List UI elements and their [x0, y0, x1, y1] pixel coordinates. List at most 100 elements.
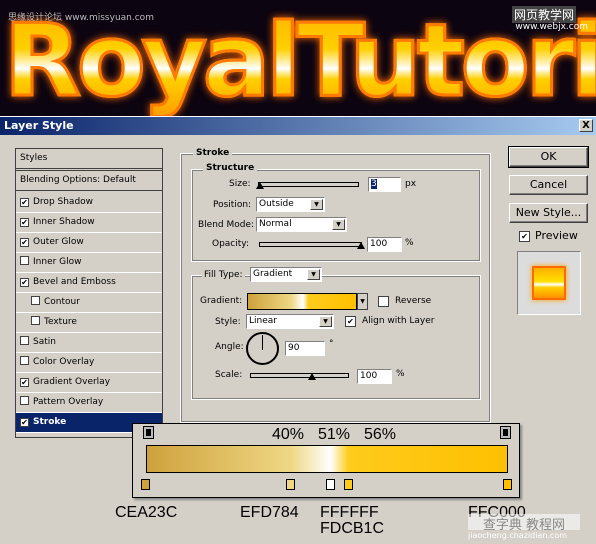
style-item-label: Stroke	[33, 417, 67, 427]
banner-image: RoyalTutoric 思缘设计论坛 www.missyuan.com 网页教…	[0, 0, 596, 116]
reverse-label: Reverse	[395, 296, 432, 306]
style-checkbox[interactable]: ✔	[20, 198, 29, 207]
style-item[interactable]: ✔ Gradient Overlay	[16, 373, 162, 393]
opacity-label: Opacity:	[212, 239, 249, 249]
size-input[interactable]: 3	[368, 177, 401, 192]
size-slider[interactable]	[256, 182, 359, 189]
style-item-label: Texture	[44, 317, 77, 327]
style-checkbox[interactable]: ✔	[20, 218, 29, 227]
close-button[interactable]: X	[579, 119, 593, 132]
scale-label: Scale:	[215, 370, 243, 380]
color-stop[interactable]	[503, 479, 512, 490]
cancel-button[interactable]: Cancel	[509, 175, 588, 195]
fill-type-label: Fill Type:	[202, 270, 245, 280]
gradient-swatch[interactable]	[247, 293, 357, 310]
opacity-slider-thumb[interactable]	[357, 242, 365, 249]
style-item[interactable]: ✔ Inner Shadow	[16, 213, 162, 233]
watermark-left: 思缘设计论坛 www.missyuan.com	[8, 13, 154, 23]
style-label: Style:	[215, 317, 241, 327]
style-checkbox[interactable]: ✔	[20, 238, 29, 247]
style-checkbox[interactable]: ✔	[20, 278, 29, 287]
angle-dial[interactable]	[246, 332, 279, 365]
color-stop[interactable]	[343, 479, 353, 490]
gradient-picker-chevron-icon[interactable]: ▼	[357, 293, 368, 310]
scale-unit: %	[396, 369, 405, 379]
position-dropdown[interactable]: Outside ▼	[256, 197, 325, 212]
style-checkbox[interactable]: ✔	[20, 418, 29, 427]
align-with-layer-label: Align with Layer	[362, 316, 435, 326]
reverse-checkbox[interactable]	[378, 296, 389, 307]
stop-percent-40: 40%	[272, 426, 305, 443]
style-dropdown[interactable]: Linear ▼	[246, 314, 334, 329]
style-item[interactable]: Texture	[16, 313, 162, 333]
scale-input[interactable]: 100	[357, 369, 392, 384]
style-item[interactable]: ✔ Drop Shadow	[16, 193, 162, 213]
style-item-label: Contour	[44, 297, 80, 307]
style-checkbox[interactable]: ✔	[20, 378, 29, 387]
footer-watermark: 查字典 教程网	[468, 514, 580, 533]
style-checkbox[interactable]	[20, 256, 29, 265]
color-stop[interactable]	[141, 479, 150, 490]
stroke-title: Stroke	[193, 148, 233, 158]
position-label: Position:	[213, 200, 252, 210]
gradient-label: Gradient:	[200, 296, 243, 306]
style-checkbox[interactable]	[31, 296, 40, 305]
gradient-editor-popup: 40% 51% 56%	[132, 423, 520, 498]
styles-list: Styles Blending Options: Default ✔ Drop S…	[15, 148, 163, 438]
style-item[interactable]: ✔ Bevel and Emboss	[16, 273, 162, 293]
chevron-down-icon: ▼	[319, 316, 332, 327]
style-item[interactable]: Color Overlay	[16, 353, 162, 373]
color-stop-label: EFD784	[240, 504, 299, 521]
style-checkbox[interactable]	[20, 356, 29, 365]
color-stop[interactable]	[285, 479, 295, 490]
align-with-layer-checkbox[interactable]: ✔	[345, 316, 356, 327]
style-item-label: Satin	[33, 337, 56, 347]
style-item-label: Gradient Overlay	[33, 377, 111, 387]
preview-checkbox[interactable]: ✔	[519, 231, 530, 242]
style-item-label: Drop Shadow	[33, 197, 94, 207]
opacity-stop-left[interactable]	[143, 426, 154, 439]
size-slider-thumb[interactable]	[256, 182, 264, 189]
color-stop-label: FDCB1C	[320, 520, 385, 537]
style-checkbox[interactable]	[20, 396, 29, 405]
style-item[interactable]: Satin	[16, 333, 162, 353]
opacity-slider[interactable]	[259, 242, 365, 249]
style-item[interactable]: Pattern Overlay	[16, 393, 162, 413]
watermark-right: 网页教学网	[511, 6, 576, 23]
style-item[interactable]: ✔ Outer Glow	[16, 233, 162, 253]
scale-slider-thumb[interactable]	[308, 373, 316, 380]
style-item[interactable]: Contour	[16, 293, 162, 313]
structure-title: Structure	[203, 163, 258, 173]
gradient-bar[interactable]	[146, 445, 508, 473]
style-item-label: Outer Glow	[33, 237, 84, 247]
angle-unit: °	[329, 339, 334, 349]
color-stop-label: CEA23C	[115, 504, 178, 521]
size-unit: px	[405, 179, 417, 189]
ok-button[interactable]: OK	[508, 146, 589, 168]
opacity-input[interactable]: 100	[367, 237, 402, 252]
stop-percent-51: 51%	[318, 426, 351, 443]
watermark-right-url: www.webjx.com	[515, 22, 588, 32]
new-style-button[interactable]: New Style...	[509, 203, 588, 223]
opacity-unit: %	[405, 238, 414, 248]
style-item-label: Inner Shadow	[33, 217, 95, 227]
style-item-label: Color Overlay	[33, 357, 95, 367]
style-item[interactable]: Inner Glow	[16, 253, 162, 273]
color-stop[interactable]	[325, 479, 335, 490]
dialog-title: Layer Style	[4, 119, 74, 132]
title-bar: Layer Style X	[0, 116, 596, 135]
styles-header[interactable]: Styles	[16, 149, 162, 171]
stop-percent-56: 56%	[364, 426, 397, 443]
style-checkbox[interactable]	[20, 336, 29, 345]
opacity-stop-right[interactable]	[500, 426, 511, 439]
angle-input[interactable]: 90	[285, 341, 325, 356]
preview-label: Preview	[535, 229, 578, 242]
blend-mode-label: Blend Mode:	[198, 220, 255, 230]
style-checkbox[interactable]	[31, 316, 40, 325]
footer-watermark-url: jiaocheng.chazidian.com	[468, 531, 568, 540]
fill-type-dropdown[interactable]: Gradient ▼	[250, 267, 322, 282]
scale-slider[interactable]	[250, 373, 349, 380]
chevron-down-icon: ▼	[307, 269, 320, 280]
blend-mode-dropdown[interactable]: Normal ▼	[256, 217, 347, 232]
blending-options[interactable]: Blending Options: Default	[16, 171, 162, 191]
